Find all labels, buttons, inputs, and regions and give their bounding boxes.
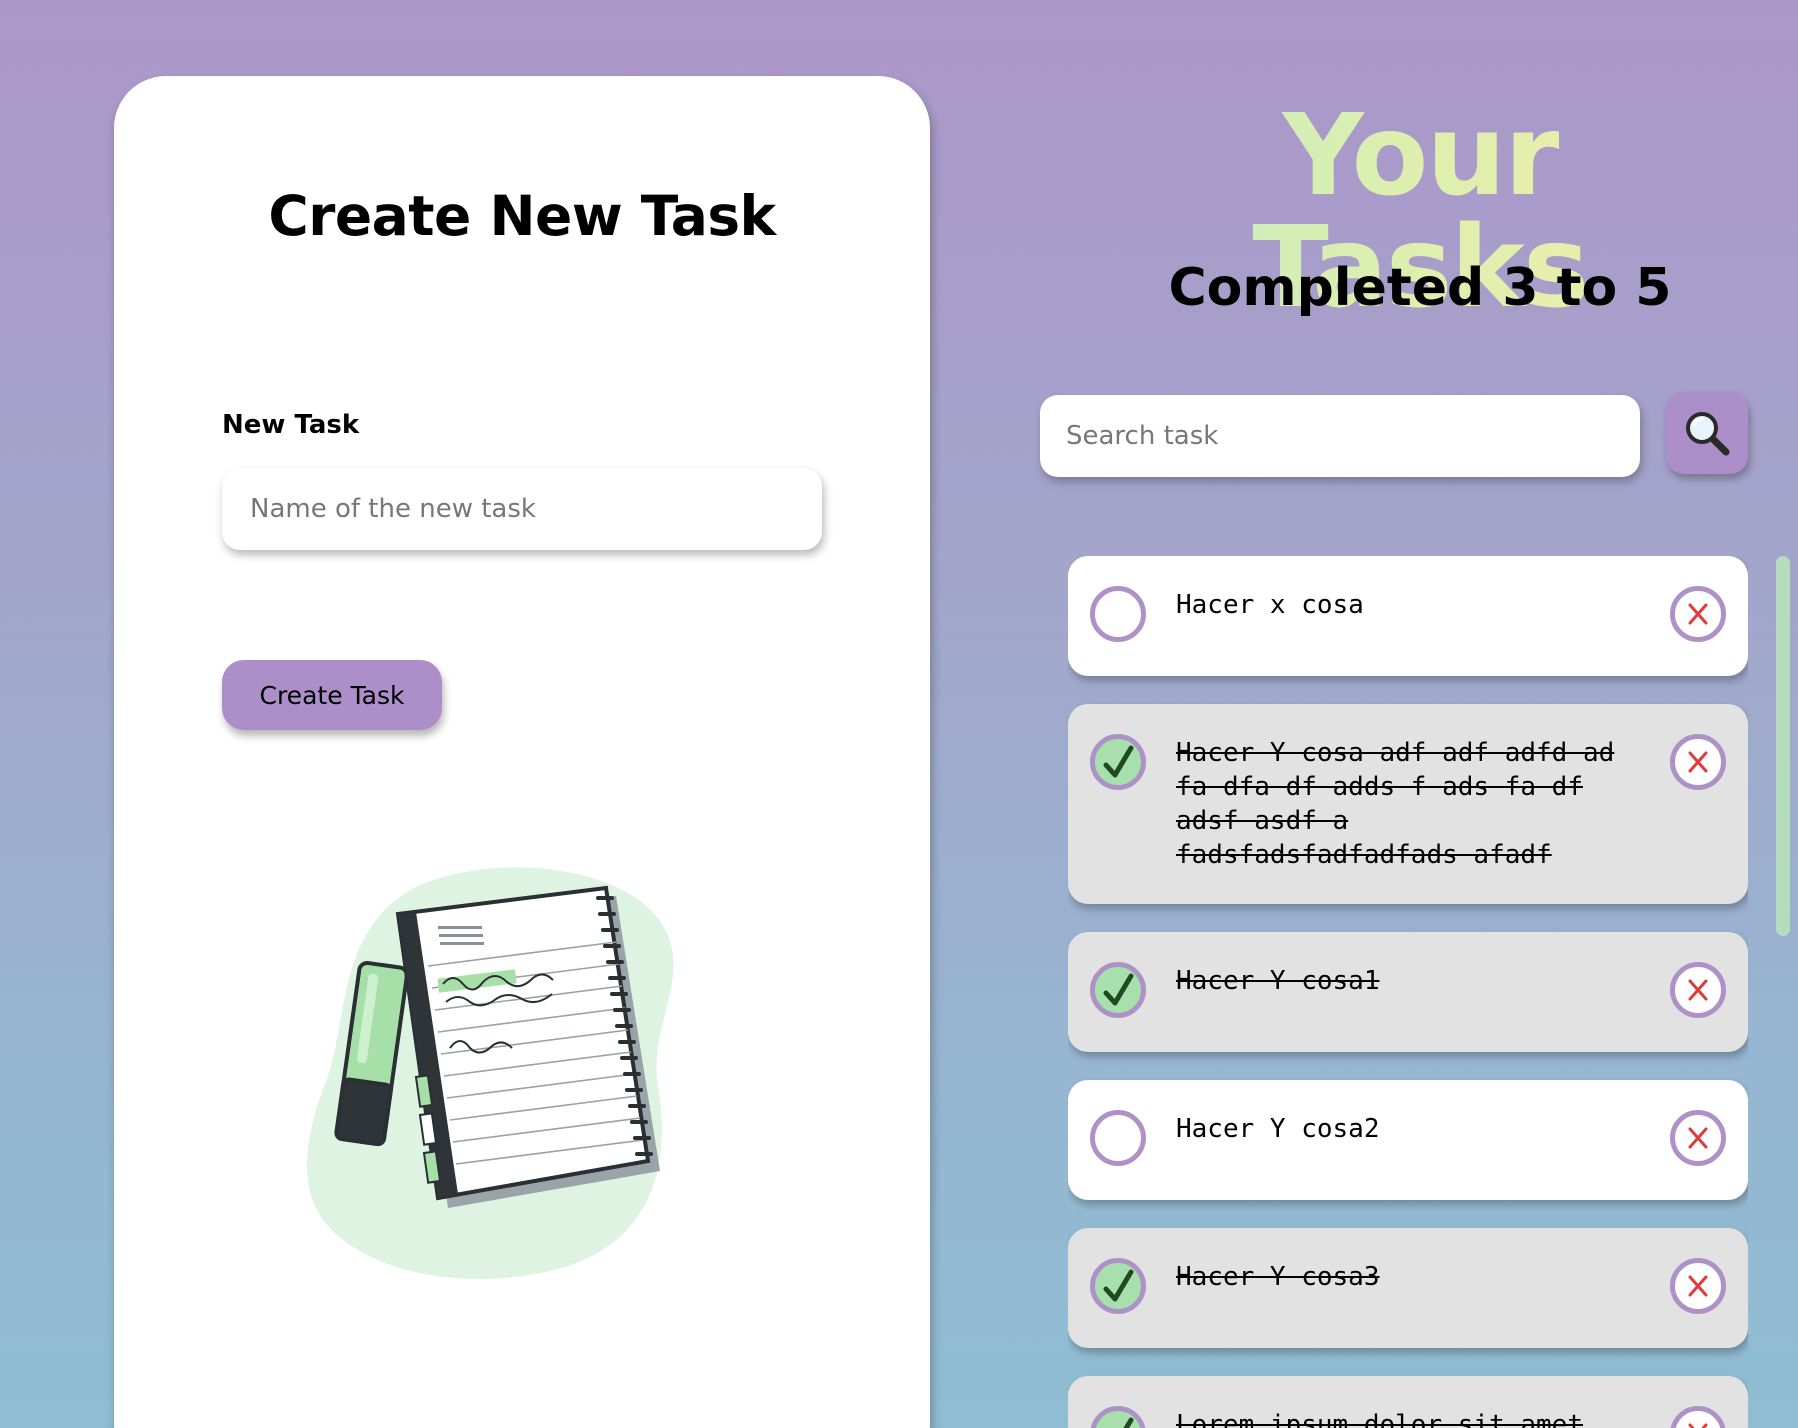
task-item: Hacer Y cosa2 — [1068, 1080, 1748, 1200]
task-list-scrollbar[interactable] — [1776, 556, 1790, 936]
create-task-card: Create New Task New Task Create Task — [114, 76, 930, 1428]
close-icon — [1688, 979, 1708, 1001]
delete-task-button[interactable] — [1670, 586, 1726, 642]
task-checkbox-checked[interactable] — [1090, 734, 1146, 790]
task-checkbox-checked[interactable] — [1090, 1406, 1146, 1428]
checkmark-icon — [1103, 1269, 1134, 1302]
close-icon — [1688, 603, 1708, 625]
close-icon — [1688, 751, 1708, 773]
task-text: Hacer Y cosa1 — [1176, 966, 1380, 996]
checkmark-icon — [1103, 745, 1134, 778]
task-text: Lorem ipsum dolor sit amet — [1176, 1410, 1583, 1428]
task-text: Hacer x cosa — [1176, 590, 1364, 620]
delete-task-button[interactable] — [1670, 1258, 1726, 1314]
task-checkbox[interactable] — [1090, 1110, 1146, 1166]
task-list: Hacer x cosa Hacer Y cosa adf adf adfd ad… — [1068, 556, 1748, 1428]
task-checkbox-checked[interactable] — [1090, 962, 1146, 1018]
task-checkbox-checked[interactable] — [1090, 1258, 1146, 1314]
delete-task-button[interactable] — [1670, 1110, 1726, 1166]
delete-task-button[interactable] — [1670, 734, 1726, 790]
task-item: Lorem ipsum dolor sit amet — [1068, 1376, 1748, 1428]
create-task-title: Create New Task — [268, 184, 776, 248]
close-icon — [1688, 1275, 1708, 1297]
delete-task-button[interactable] — [1670, 1406, 1726, 1428]
task-text: Hacer Y cosa2 — [1176, 1114, 1380, 1144]
checkmark-icon — [1123, 1417, 1134, 1428]
completed-counter: Completed 3 to 5 — [1168, 258, 1672, 318]
task-item: Hacer x cosa — [1068, 556, 1748, 676]
search-icon — [1686, 412, 1730, 456]
new-task-input[interactable] — [222, 468, 822, 550]
delete-task-button[interactable] — [1670, 962, 1726, 1018]
search-input[interactable] — [1040, 395, 1640, 477]
search-button[interactable] — [1666, 392, 1748, 474]
task-item: Hacer Y cosa3 — [1068, 1228, 1748, 1348]
task-item: Hacer Y cosa1 — [1068, 932, 1748, 1052]
create-task-button[interactable]: Create Task — [222, 660, 442, 730]
new-task-label: New Task — [222, 410, 360, 440]
close-icon — [1688, 1423, 1708, 1428]
task-text: Hacer Y cosa adf adf adfd ad fa dfa df a… — [1176, 738, 1615, 870]
task-checkbox[interactable] — [1090, 586, 1146, 642]
checkmark-icon — [1103, 973, 1134, 1006]
task-text: Hacer Y cosa3 — [1176, 1262, 1380, 1292]
task-item: Hacer Y cosa adf adf adfd ad fa dfa df a… — [1068, 704, 1748, 904]
notebook-illustration — [307, 867, 674, 1279]
close-icon — [1688, 1127, 1708, 1149]
